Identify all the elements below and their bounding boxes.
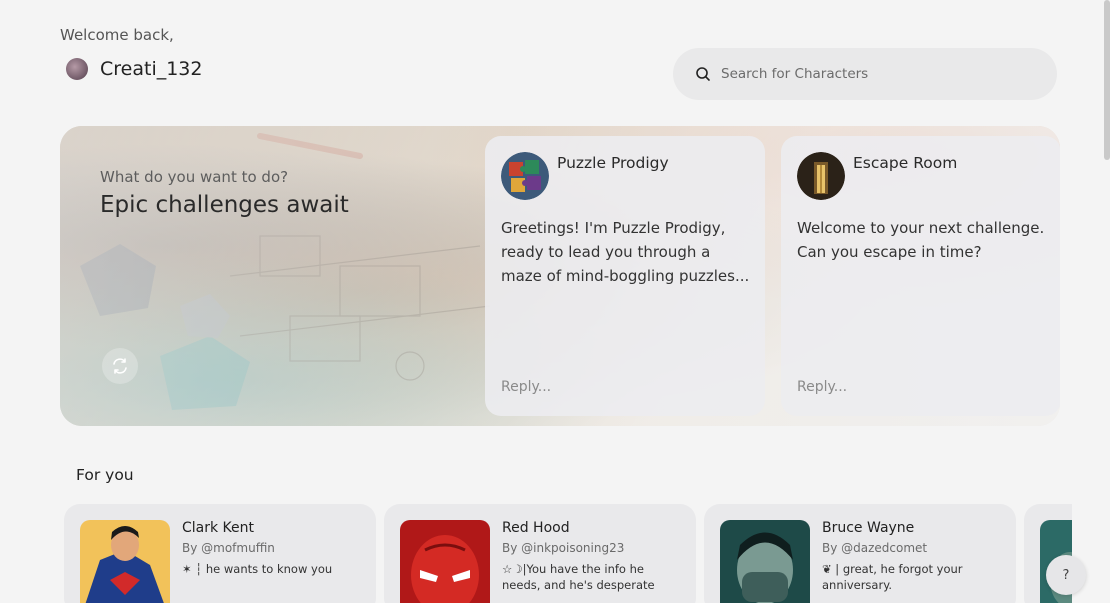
character-description: ❦ | great, he forgot your anniversary.	[822, 562, 963, 592]
chat-card-puzzle-prodigy[interactable]: Puzzle Prodigy Greetings! I'm Puzzle Pro…	[485, 136, 765, 416]
search-input[interactable]	[721, 66, 1021, 82]
help-button[interactable]: ?	[1046, 555, 1086, 595]
reply-input[interactable]: Reply...	[797, 379, 847, 395]
search-bar[interactable]	[673, 48, 1057, 100]
for-you-carousel: Clark Kent By @mofmuffin ✶ ┆ he wants to…	[64, 504, 1072, 603]
character-author: By @mofmuffin	[182, 541, 275, 555]
character-description: ✶ ┆ he wants to know you	[182, 562, 333, 576]
character-thumbnail	[720, 520, 810, 603]
hero-title: Epic challenges await	[100, 192, 349, 218]
character-description: ☆☽|You have the info he needs, and he's …	[502, 562, 655, 592]
chat-card-message: Welcome to your next challenge. Can you …	[797, 219, 1045, 261]
reply-input[interactable]: Reply...	[501, 379, 551, 395]
character-thumbnail	[80, 520, 170, 603]
hero-subtitle: What do you want to do?	[100, 168, 289, 186]
username: Creati_132	[100, 58, 203, 80]
character-card-clark-kent[interactable]: Clark Kent By @mofmuffin ✶ ┆ he wants to…	[64, 504, 376, 603]
chat-card-name: Puzzle Prodigy	[557, 154, 669, 172]
character-name: Clark Kent	[182, 520, 255, 536]
section-title-for-you: For you	[76, 466, 134, 484]
character-card-red-hood[interactable]: Red Hood By @inkpoisoning23 ☆☽|You have …	[384, 504, 696, 603]
refresh-button[interactable]	[102, 348, 138, 384]
search-icon	[696, 67, 710, 81]
chat-card-message: Greetings! I'm Puzzle Prodigy, ready to …	[501, 219, 750, 285]
hero-banner: What do you want to do? Epic challenges …	[60, 126, 1060, 426]
character-author: By @dazedcomet	[822, 541, 928, 555]
chat-card-escape-room[interactable]: Escape Room Welcome to your next challen…	[781, 136, 1060, 416]
character-author: By @inkpoisoning23	[502, 541, 625, 555]
character-name: Red Hood	[502, 520, 570, 536]
character-card-bruce-wayne[interactable]: Bruce Wayne By @dazedcomet ❦ | great, he…	[704, 504, 1016, 603]
page-scrollbar[interactable]	[1104, 0, 1110, 160]
refresh-icon	[113, 358, 127, 374]
escape-room-avatar	[797, 152, 845, 200]
chat-card-name: Escape Room	[853, 154, 958, 172]
welcome-text: Welcome back,	[60, 26, 174, 44]
character-thumbnail	[400, 520, 490, 603]
user-avatar-icon	[66, 58, 88, 80]
user-profile[interactable]: Creati_132	[66, 58, 203, 80]
character-name: Bruce Wayne	[822, 520, 915, 536]
puzzle-prodigy-avatar	[501, 152, 549, 200]
